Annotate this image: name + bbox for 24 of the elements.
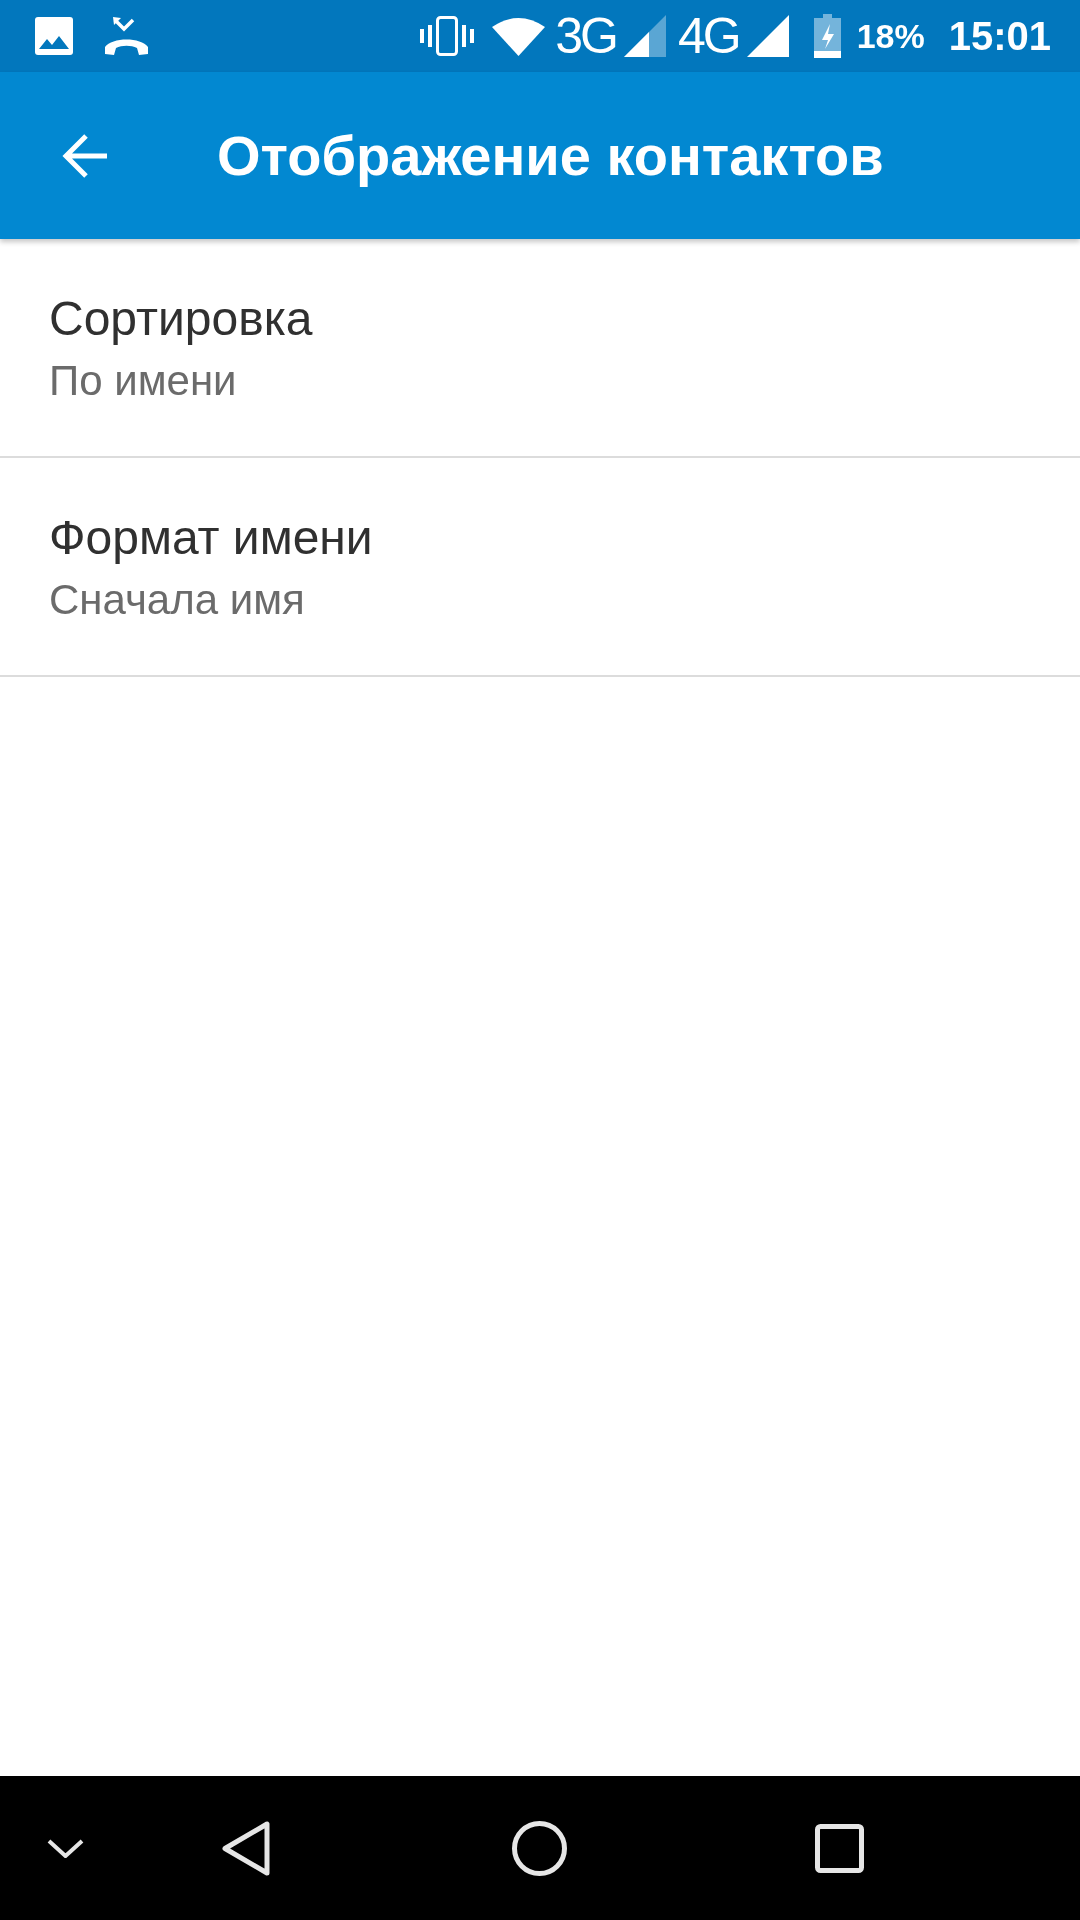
- signal-icon: [623, 15, 666, 57]
- back-arrow-icon: [61, 131, 109, 180]
- signal-icon: [746, 15, 789, 57]
- screen-title: Отображение контактов: [217, 122, 884, 189]
- setting-value: По имени: [49, 355, 237, 406]
- home-icon[interactable]: [512, 1820, 567, 1876]
- settings-item[interactable]: Формат имени Сначала имя: [0, 458, 1080, 677]
- wifi-icon: [492, 16, 546, 56]
- setting-value: Сначала имя: [49, 574, 305, 625]
- battery-percent: 18%: [856, 16, 925, 56]
- image-icon: [35, 17, 73, 55]
- setting-title: Сортировка: [49, 290, 313, 347]
- recents-icon[interactable]: [815, 1823, 864, 1873]
- network-type-label: 3G: [555, 16, 616, 56]
- chevron-down-icon[interactable]: [47, 1838, 84, 1858]
- network-type-label: 4G: [677, 16, 739, 56]
- battery-charging-icon: [813, 14, 841, 58]
- back-icon[interactable]: [222, 1820, 270, 1876]
- back-button[interactable]: [61, 131, 109, 180]
- settings-item[interactable]: Сортировка По имени: [0, 239, 1080, 458]
- setting-title: Формат имени: [49, 509, 373, 566]
- clock: 15:01: [948, 14, 1051, 58]
- vibrate-icon: [420, 16, 475, 56]
- missed-call-icon: [104, 17, 149, 55]
